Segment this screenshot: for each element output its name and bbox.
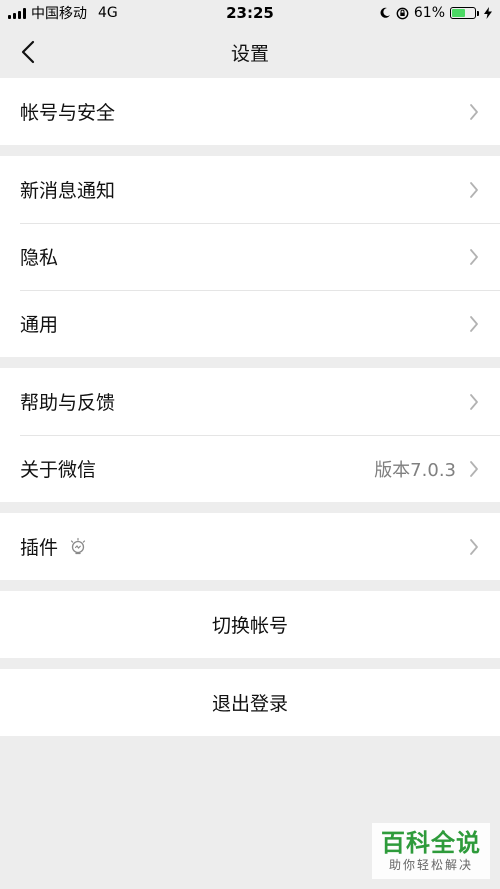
settings-group-account: 帐号与安全 (0, 78, 500, 145)
carrier-label: 中国移动 (31, 6, 87, 22)
status-left: 中国移动 4G (8, 3, 118, 23)
switch-account-button[interactable]: 切换帐号 (0, 591, 500, 658)
logout-label: 退出登录 (211, 693, 288, 715)
plugins-row[interactable]: 插件 (0, 513, 500, 580)
battery-fill (452, 9, 466, 17)
version-value: 版本7.0.3 (374, 459, 456, 481)
switch-account-label: 切换帐号 (211, 615, 288, 637)
about-wechat-row[interactable]: 关于微信 版本7.0.3 (0, 435, 500, 502)
watermark-logo: 百科全说 助你轻松解决 (372, 823, 490, 879)
lightbulb-icon (70, 537, 86, 554)
about-wechat-label: 关于微信 (20, 459, 97, 481)
watermark-subtitle: 助你轻松解决 (388, 858, 473, 872)
settings-group-plugins: 插件 (0, 513, 500, 580)
network-label: 4G (98, 5, 118, 21)
page-title: 设置 (230, 42, 269, 65)
general-row[interactable]: 通用 (0, 290, 500, 357)
signal-icon (8, 7, 26, 19)
battery-percent: 61% (413, 5, 445, 21)
orientation-lock-icon (396, 7, 409, 19)
status-right: 61% (379, 5, 492, 21)
account-security-label: 帐号与安全 (20, 102, 116, 124)
help-feedback-row[interactable]: 帮助与反馈 (0, 368, 500, 435)
privacy-row[interactable]: 隐私 (0, 223, 500, 290)
privacy-label: 隐私 (20, 247, 59, 269)
help-feedback-label: 帮助与反馈 (20, 392, 116, 414)
logout-group: 退出登录 (0, 669, 500, 736)
chevron-right-icon (468, 247, 480, 267)
chevron-right-icon (468, 180, 480, 200)
watermark-title: 百科全说 (381, 829, 481, 857)
back-button[interactable] (14, 38, 42, 66)
notifications-row[interactable]: 新消息通知 (0, 156, 500, 223)
moon-icon (380, 7, 390, 18)
plugins-label: 插件 (20, 537, 59, 559)
chevron-right-icon (468, 459, 480, 479)
charging-icon (484, 7, 492, 19)
nav-bar: 设置 (0, 26, 500, 78)
chevron-right-icon (468, 537, 480, 557)
battery-icon (450, 7, 479, 19)
switch-account-group: 切换帐号 (0, 591, 500, 658)
settings-group-general: 新消息通知 隐私 通用 (0, 156, 500, 357)
chevron-right-icon (468, 102, 480, 122)
logout-button[interactable]: 退出登录 (0, 669, 500, 736)
chevron-right-icon (468, 392, 480, 412)
notifications-label: 新消息通知 (20, 180, 116, 202)
account-security-row[interactable]: 帐号与安全 (0, 78, 500, 145)
chevron-right-icon (468, 314, 480, 334)
general-label: 通用 (20, 314, 59, 336)
status-bar: 中国移动 4G 23:25 61% (0, 0, 500, 26)
settings-group-help: 帮助与反馈 关于微信 版本7.0.3 (0, 368, 500, 502)
chevron-left-icon (21, 40, 35, 64)
